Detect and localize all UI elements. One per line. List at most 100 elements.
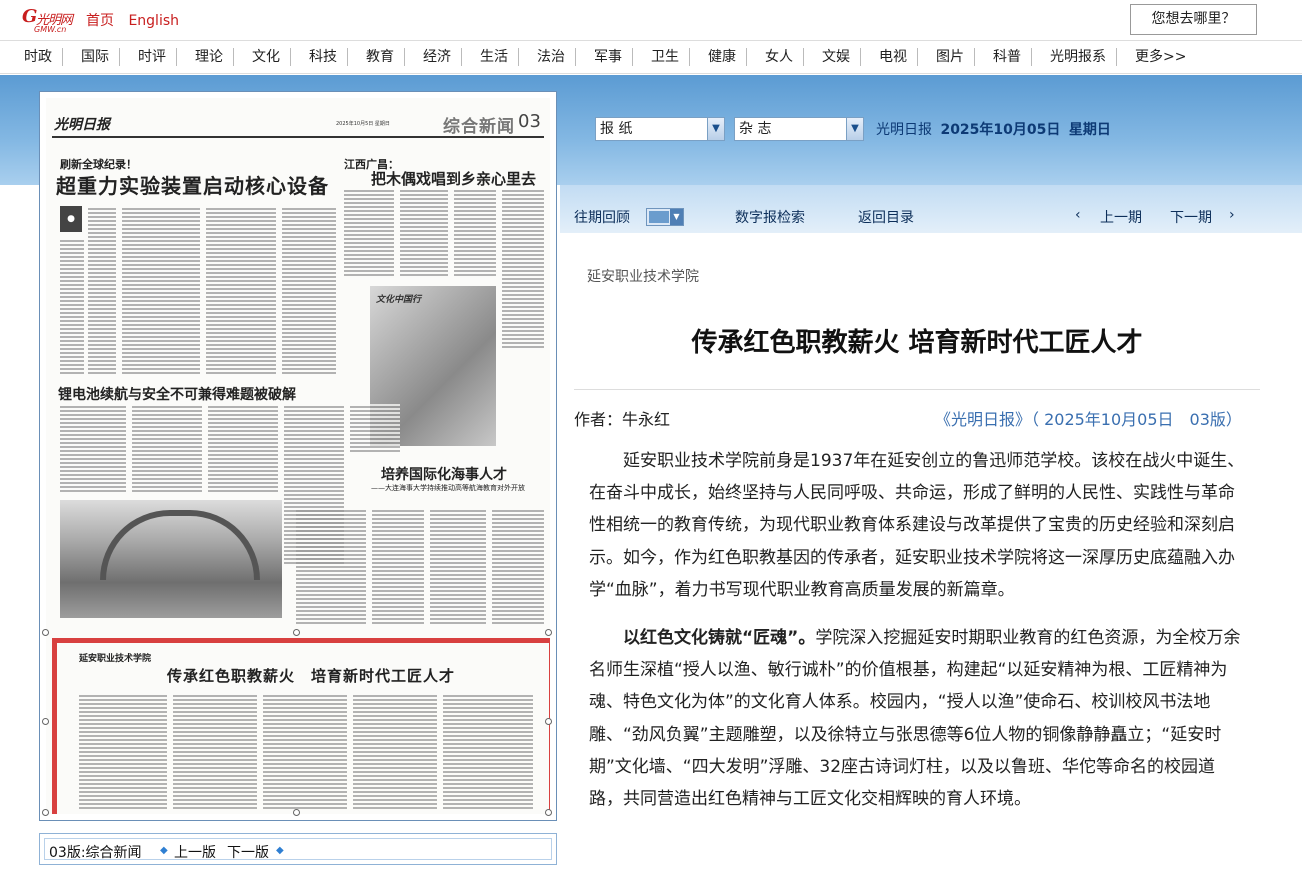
paper-name: 光明日报 [876, 122, 932, 138]
resize-handle[interactable] [293, 629, 300, 636]
nav-item[interactable]: 经济 [413, 48, 462, 66]
home-link[interactable]: 首页 [86, 13, 114, 29]
text-column [492, 508, 544, 626]
nav-item[interactable]: 图片 [926, 48, 975, 66]
next-page-link[interactable]: 下一版 [227, 842, 269, 862]
resize-handle[interactable] [545, 629, 552, 636]
diamond-icon: ◆ [276, 845, 284, 856]
text-column [122, 206, 200, 374]
text-column [132, 404, 202, 494]
article-paragraph: 以红色文化铸就“匠魂”。学院深入挖掘延安时期职业教育的红色资源，为全校万余名师生… [589, 622, 1245, 815]
text-column [350, 404, 400, 454]
article-author: 作者：牛永红 [574, 410, 671, 429]
story-headline[interactable]: 锂电池续航与安全不可兼得难题被破解 [58, 384, 296, 404]
chevron-left-icon[interactable]: ‹ [1075, 207, 1081, 223]
top-links: 首页 English [86, 10, 189, 30]
text-column [344, 188, 394, 278]
english-link[interactable]: English [128, 13, 179, 29]
site-logo[interactable]: G 光明网 GMW.cn [22, 6, 78, 34]
newspaper-page-viewer: 光明日报 2025年10月5日 星期日 综合新闻 03 刷新全球纪录！ 超重力实… [39, 91, 557, 821]
magazine-select[interactable]: 杂 志 ▼ [734, 117, 864, 141]
top-bar: G 光明网 GMW.cn 首页 English 您想去哪里？ [0, 0, 1302, 40]
text-column [353, 693, 437, 811]
nav-item[interactable]: 教育 [356, 48, 405, 66]
text-column [60, 238, 84, 374]
magazine-select-value: 杂 志 [739, 121, 772, 137]
nav-item[interactable]: 女人 [755, 48, 804, 66]
resize-handle[interactable] [293, 809, 300, 816]
nav-item[interactable]: 时评 [128, 48, 177, 66]
prev-issue-link[interactable]: 上一期 [1100, 207, 1142, 227]
nav-item-more[interactable]: 更多>> [1125, 48, 1196, 66]
calendar-button[interactable]: ▼ [646, 208, 684, 226]
text-column [206, 206, 276, 374]
article-source: 《光明日报》（ 2025年10月05日 03版） [935, 410, 1242, 429]
story-headline[interactable]: 超重力实验装置启动核心设备 [56, 170, 329, 199]
text-column [263, 693, 347, 811]
nav-item[interactable]: 文娱 [812, 48, 861, 66]
chevron-right-icon[interactable]: › [1229, 207, 1235, 223]
nav-item[interactable]: 法治 [527, 48, 576, 66]
article-kicker: 延安职业技术学院 [587, 269, 699, 285]
nav-item[interactable]: 国际 [71, 48, 120, 66]
nav-item[interactable]: 科普 [983, 48, 1032, 66]
past-issues-link[interactable]: 往期回顾 [574, 207, 630, 227]
story-headline[interactable]: 把木偶戏唱到乡亲心里去 [371, 168, 536, 189]
page-label[interactable]: 03版:综合新闻 [49, 842, 142, 862]
selected-article-region[interactable]: 延安职业技术学院 传承红色职教薪火 培育新时代工匠人才 [52, 638, 550, 814]
diamond-icon: ◆ [160, 845, 168, 856]
nav-item[interactable]: 文化 [242, 48, 291, 66]
nav-item[interactable]: 电视 [869, 48, 918, 66]
where-to-go-button[interactable]: 您想去哪里？ [1130, 4, 1257, 35]
chevron-down-icon: ▼ [846, 118, 863, 140]
resize-handle[interactable] [42, 629, 49, 636]
channel-nav: 时政 国际 时评 理论 文化 科技 教育 经济 生活 法治 军事 卫生 健康 女… [0, 40, 1302, 74]
story-badge: 文化中国行 [376, 295, 422, 305]
newspaper-page: 光明日报 2025年10月5日 星期日 综合新闻 03 刷新全球纪录！ 超重力实… [46, 98, 550, 814]
text-column [79, 693, 167, 811]
text-column [454, 188, 496, 278]
article-title: 传承红色职教薪火 培育新时代工匠人才 [691, 328, 1143, 358]
nav-item[interactable]: 光明报系 [1040, 48, 1117, 66]
stadium-shape [100, 510, 260, 580]
back-to-index-link[interactable]: 返回目录 [858, 207, 914, 227]
nav-item[interactable]: 科技 [299, 48, 348, 66]
prev-page-link[interactable]: 上一版 [174, 842, 216, 862]
issue-dateline: 光明日报 2025年10月05日 星期日 [876, 119, 1111, 139]
nav-item[interactable]: 理论 [185, 48, 234, 66]
nav-item[interactable]: 卫生 [641, 48, 690, 66]
page-number: 03 [518, 111, 541, 132]
resize-handle[interactable] [42, 718, 49, 725]
highlight-title: 传承红色职教薪火 培育新时代工匠人才 [167, 667, 456, 685]
resize-handle[interactable] [545, 718, 552, 725]
issue-weekday: 星期日 [1068, 122, 1111, 138]
story-photo[interactable] [60, 500, 282, 618]
calendar-icon [649, 211, 669, 223]
nav-item[interactable]: 军事 [584, 48, 633, 66]
chevron-down-icon: ▼ [707, 118, 724, 140]
nav-item[interactable]: 健康 [698, 48, 747, 66]
masthead-rule [52, 136, 544, 138]
story-headline[interactable]: 培养国际化海事人才 [381, 464, 507, 484]
resize-handle[interactable] [545, 809, 552, 816]
text-column [400, 188, 448, 278]
digital-search-link[interactable]: 数字报检索 [735, 207, 805, 227]
nav-item[interactable]: 时政 [14, 48, 63, 66]
page-section: 综合新闻 [443, 117, 515, 137]
text-column [208, 404, 278, 494]
highlight-school: 延安职业技术学院 [79, 654, 152, 664]
text-column [443, 693, 533, 811]
text-column [88, 206, 116, 374]
logo-subtext: GMW.cn [34, 25, 67, 34]
nav-item[interactable]: 生活 [470, 48, 519, 66]
page-date: 2025年10月5日 星期日 [336, 121, 390, 127]
chevron-down-icon: ▼ [670, 209, 683, 225]
paragraph-body: 学院深入挖掘延安时期职业教育的红色资源，为全校万余名师生深植“授人以渔、敏行诚朴… [589, 628, 1241, 810]
text-column [430, 508, 486, 626]
text-column [282, 206, 336, 374]
next-issue-link[interactable]: 下一期 [1170, 207, 1212, 227]
paper-select[interactable]: 报 纸 ▼ [595, 117, 725, 141]
text-column [372, 508, 424, 626]
text-column [173, 693, 257, 811]
resize-handle[interactable] [42, 809, 49, 816]
